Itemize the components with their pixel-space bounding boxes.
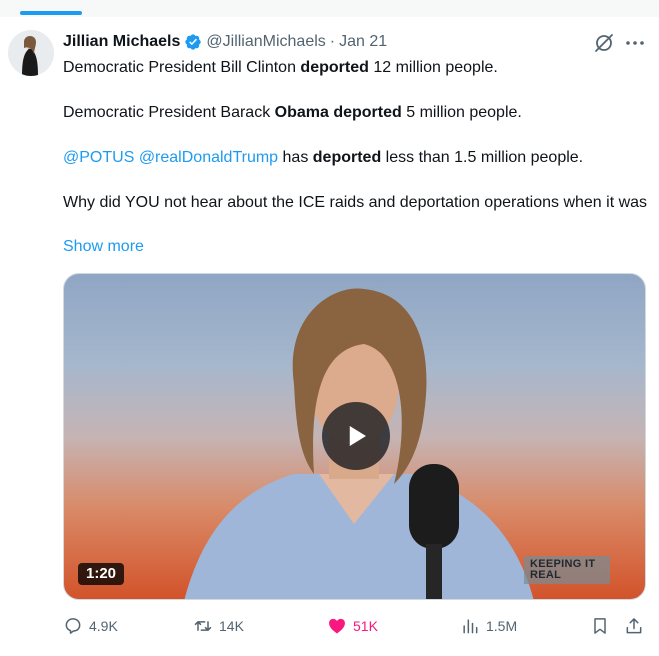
tweet-text: Democratic President Bill Clinton deport…	[63, 58, 648, 213]
view-count: 1.5M	[486, 618, 518, 634]
separator: ·	[329, 33, 336, 50]
video-duration: 1:20	[78, 563, 125, 585]
reply-icon	[65, 618, 81, 634]
play-icon	[349, 426, 366, 446]
mention-potus[interactable]: @POTUS	[63, 149, 134, 166]
verified-badge-icon	[185, 34, 202, 50]
show-more-link[interactable]: Show more	[63, 237, 144, 257]
tweet[interactable]: Jillian Michaels @JillianMichaels · Jan …	[0, 17, 659, 656]
share-button[interactable]	[624, 614, 644, 638]
views-button[interactable]: 1.5M	[460, 614, 517, 638]
tab-indicator	[20, 11, 82, 15]
repost-button[interactable]: 14K	[193, 614, 244, 638]
repost-count: 14K	[219, 618, 244, 634]
share-icon	[626, 618, 642, 634]
reply-button[interactable]: 4.9K	[63, 614, 118, 638]
like-count: 51K	[353, 618, 378, 634]
mention-realdonaldtrump[interactable]: @realDonaldTrump	[139, 149, 278, 166]
reply-count: 4.9K	[89, 618, 118, 634]
views-icon	[463, 619, 478, 634]
bookmark-icon	[594, 618, 606, 634]
grok-icon[interactable]	[592, 31, 616, 55]
tweet-line-2: Democratic President Barack Obama deport…	[63, 104, 522, 121]
tweet-header: Jillian Michaels @JillianMichaels · Jan …	[63, 31, 387, 53]
play-button[interactable]	[322, 402, 390, 470]
like-button[interactable]: 51K	[327, 614, 378, 638]
heart-icon	[329, 618, 345, 634]
avatar[interactable]	[8, 30, 54, 76]
video-player[interactable]: 1:20 KEEPING IT REAL	[63, 273, 646, 600]
more-icon[interactable]	[623, 31, 647, 55]
tweet-line-3: @POTUS @realDonaldTrump has deported les…	[63, 149, 584, 166]
tweet-line-4: Why did YOU not hear about the ICE raids…	[63, 194, 648, 211]
author-name[interactable]: Jillian Michaels	[63, 31, 180, 53]
tweet-date[interactable]: Jan 21	[339, 31, 387, 53]
video-watermark: KEEPING IT REAL	[524, 556, 610, 584]
action-bar: 4.9K 14K 51K 1.5M	[0, 614, 659, 638]
bookmark-button[interactable]	[590, 614, 610, 638]
tweet-line-1: Democratic President Bill Clinton deport…	[63, 59, 498, 76]
author-handle[interactable]: @JillianMichaels	[206, 31, 325, 53]
repost-icon	[194, 621, 212, 631]
